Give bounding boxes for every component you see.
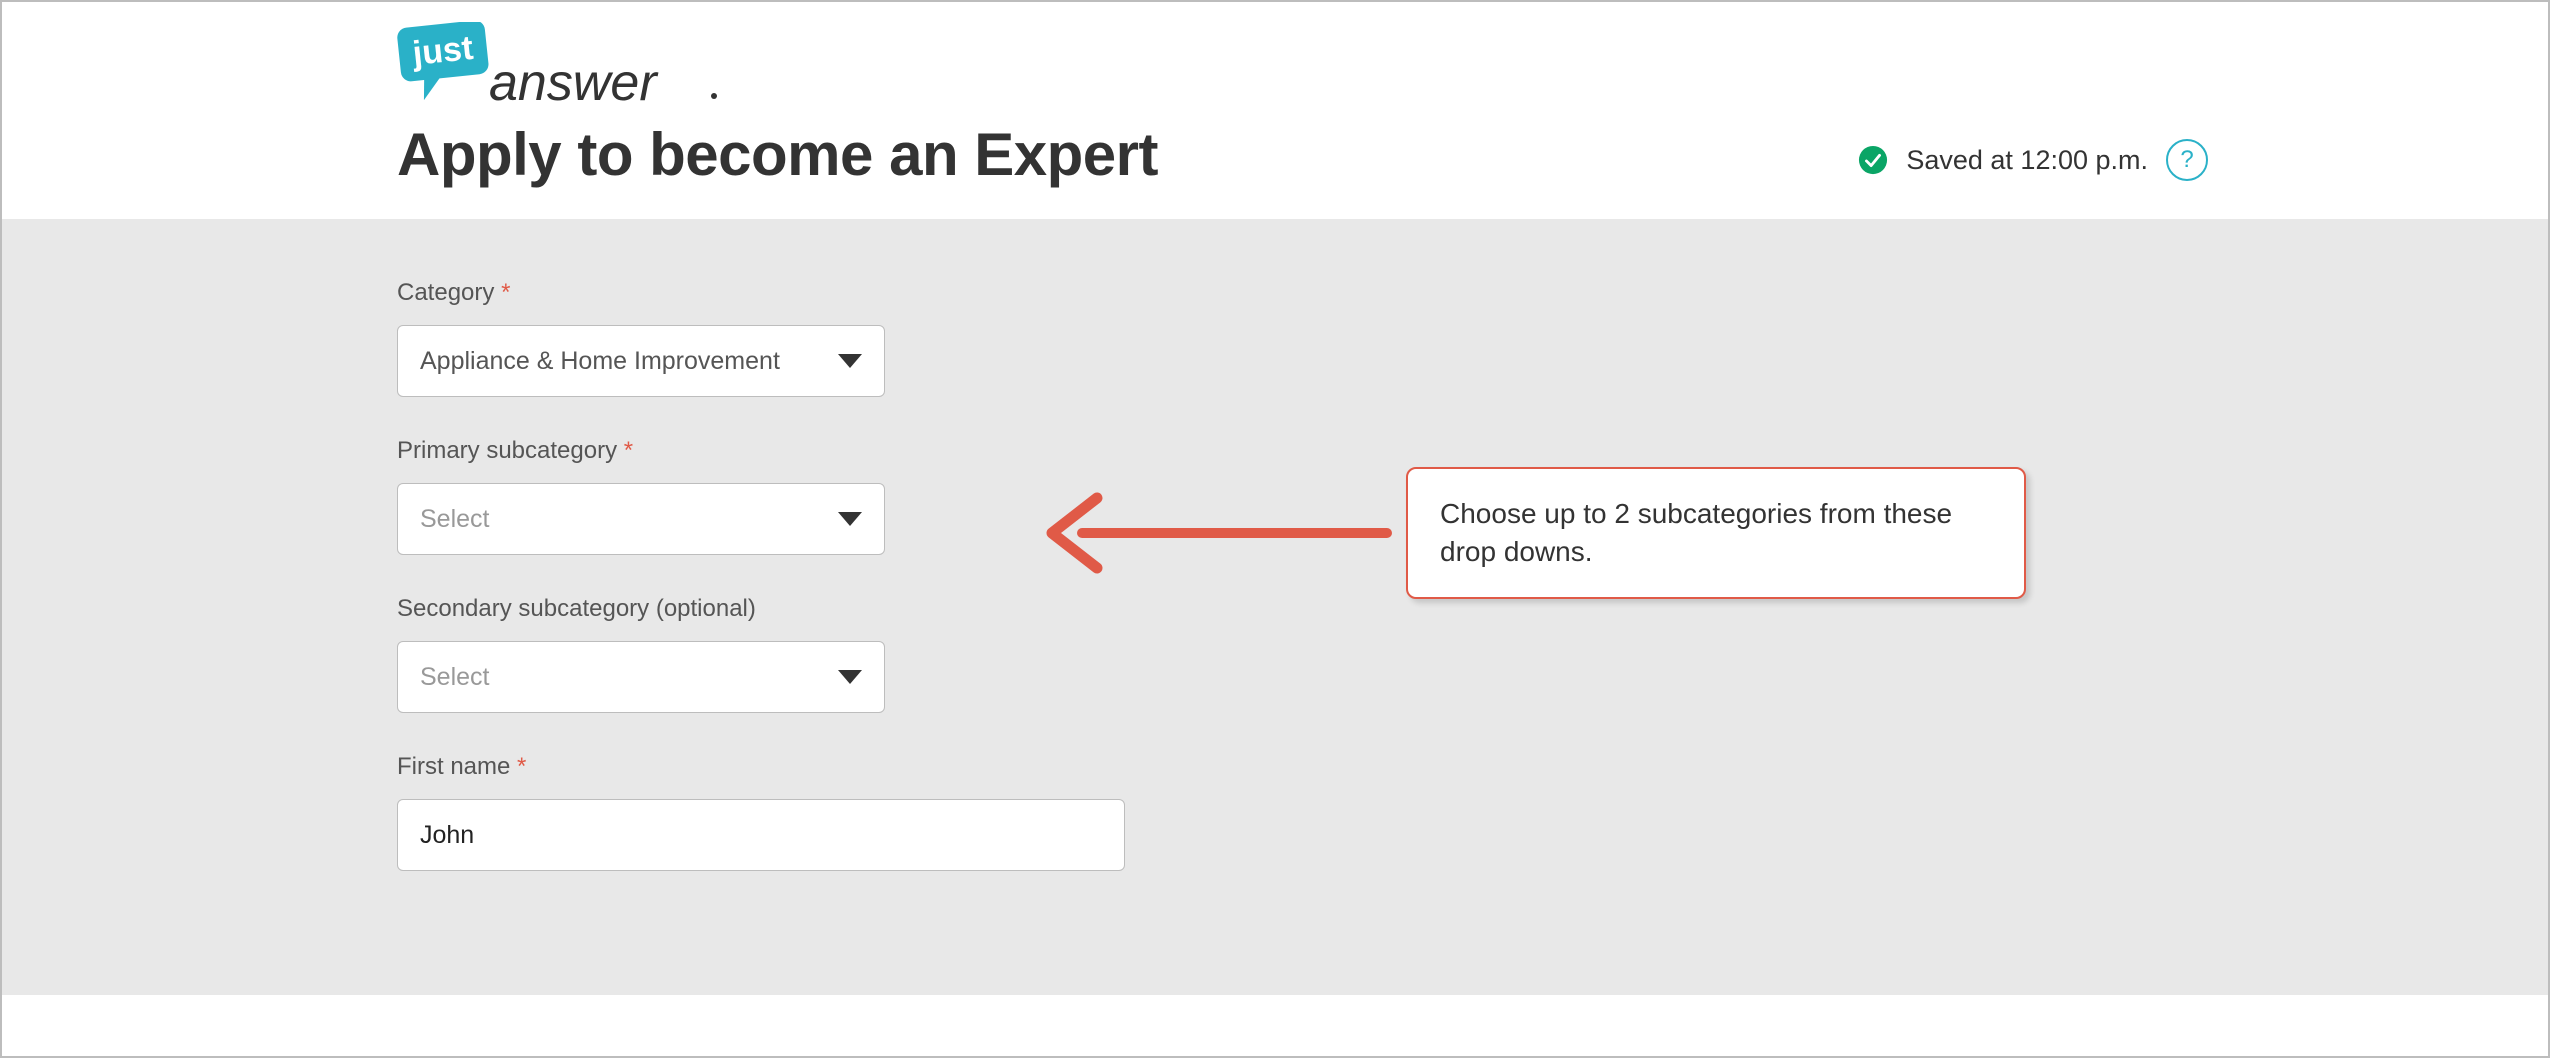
category-select[interactable]: Appliance & Home Improvement (397, 325, 885, 397)
field-label: Secondary subcategory (optional) (397, 595, 2153, 623)
required-mark: * (501, 279, 510, 306)
first-name-input-wrap (397, 799, 1125, 871)
check-circle-icon (1858, 145, 1888, 175)
justanswer-logo: just answer (397, 32, 1158, 112)
field-label: Primary subcategory * (397, 437, 2153, 465)
field-first-name: First name * (397, 753, 2153, 871)
field-label: Category * (397, 279, 2153, 307)
annotation-group: Choose up to 2 subcategories from these … (1022, 467, 2026, 599)
svg-text:just: just (410, 29, 475, 73)
svg-text:answer: answer (489, 54, 659, 112)
field-category: Category * Appliance & Home Improvement (397, 279, 2153, 397)
secondary-subcategory-select[interactable]: Select (397, 641, 885, 713)
required-mark: * (624, 437, 633, 464)
page-header: just answer Apply to become an Expert Sa… (2, 2, 2548, 219)
chevron-down-icon (838, 512, 862, 526)
form-area: Category * Appliance & Home Improvement … (2, 219, 2548, 995)
annotation-callout: Choose up to 2 subcategories from these … (1406, 467, 2026, 599)
select-value: Appliance & Home Improvement (420, 347, 780, 376)
chevron-down-icon (838, 670, 862, 684)
select-placeholder: Select (420, 505, 489, 534)
saved-text: Saved at 12:00 p.m. (1906, 145, 2148, 176)
primary-subcategory-select[interactable]: Select (397, 483, 885, 555)
first-name-input[interactable] (420, 800, 1102, 870)
required-mark: * (517, 753, 526, 780)
chevron-down-icon (838, 354, 862, 368)
question-mark-icon: ? (2180, 146, 2193, 174)
help-button[interactable]: ? (2166, 139, 2208, 181)
field-secondary-subcategory: Secondary subcategory (optional) Select (397, 595, 2153, 713)
page-title: Apply to become an Expert (397, 120, 1158, 189)
field-label: First name * (397, 753, 2153, 781)
select-placeholder: Select (420, 663, 489, 692)
save-status: Saved at 12:00 p.m. ? (1858, 139, 2208, 189)
arrow-left-icon (1022, 488, 1392, 578)
